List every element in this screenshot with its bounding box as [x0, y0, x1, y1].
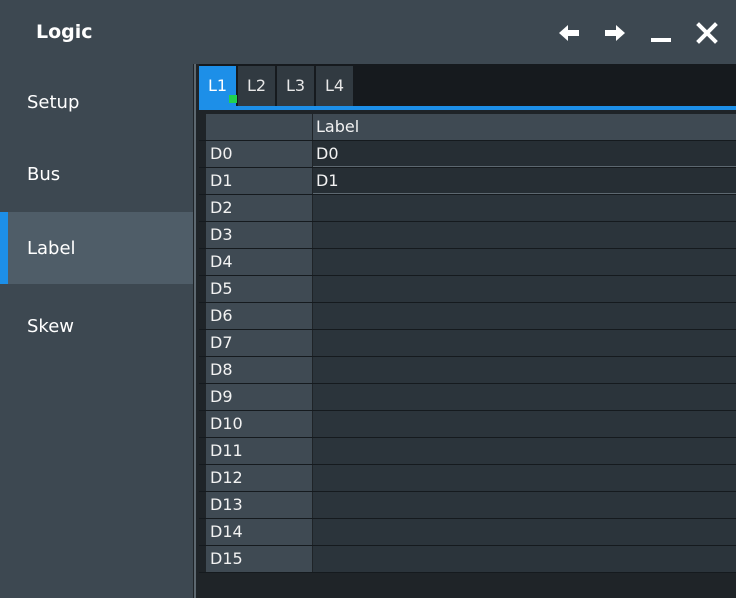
tab-l1[interactable]: L1 — [199, 66, 237, 106]
sidebar-item-bus[interactable]: Bus — [0, 138, 193, 210]
table-row: D0 D0 — [199, 141, 736, 168]
label-cell[interactable] — [313, 222, 736, 248]
tab-label: L3 — [285, 76, 306, 95]
row-header: D12 — [206, 465, 312, 491]
table-row: D7 — [199, 330, 736, 357]
close-icon — [696, 22, 718, 44]
label-cell[interactable] — [313, 249, 736, 275]
label-cell[interactable]: D1 — [313, 168, 736, 194]
row-header: D6 — [206, 303, 312, 329]
table-row: D14 — [199, 519, 736, 546]
row-header: D14 — [206, 519, 312, 545]
sidebar-item-label: Setup — [27, 91, 80, 113]
back-button[interactable] — [552, 16, 586, 50]
row-header: D10 — [206, 411, 312, 437]
label-cell[interactable] — [313, 276, 736, 302]
table-row: D3 — [199, 222, 736, 249]
sidebar-item-label: Bus — [27, 163, 61, 185]
table-row: D10 — [199, 411, 736, 438]
row-header: D5 — [206, 276, 312, 302]
sidebar-item-label: Skew — [27, 315, 75, 337]
row-header: D3 — [206, 222, 312, 248]
tab-active-indicator — [229, 95, 237, 103]
tab-l4[interactable]: L4 — [316, 66, 353, 106]
label-table: Label D0 D0 D1 D1 D2 D3 D4 D5 D6 D7 D8 D… — [199, 110, 736, 598]
table-row: D15 — [199, 546, 736, 573]
row-header: D13 — [206, 492, 312, 518]
label-cell[interactable] — [313, 411, 736, 437]
tab-label: L1 — [207, 76, 228, 95]
table-row: D9 — [199, 384, 736, 411]
label-cell[interactable] — [313, 303, 736, 329]
active-indicator — [0, 212, 8, 284]
window-title: Logic — [36, 21, 93, 43]
sidebar: Setup Bus Label Skew — [0, 64, 193, 598]
row-header: D8 — [206, 357, 312, 383]
sidebar-item-skew[interactable]: Skew — [0, 290, 193, 362]
table-row: D1 D1 — [199, 168, 736, 195]
close-button[interactable] — [690, 16, 724, 50]
table-row: D4 — [199, 249, 736, 276]
tab-label: L2 — [246, 76, 267, 95]
label-cell[interactable] — [313, 546, 736, 572]
table-row: D8 — [199, 357, 736, 384]
minimize-button[interactable] — [644, 16, 678, 50]
label-cell[interactable] — [313, 357, 736, 383]
arrow-left-icon — [559, 25, 579, 41]
label-cell[interactable] — [313, 465, 736, 491]
label-cell[interactable] — [313, 492, 736, 518]
row-header: D7 — [206, 330, 312, 356]
label-cell[interactable] — [313, 195, 736, 221]
table-corner — [206, 114, 312, 140]
tab-l3[interactable]: L3 — [277, 66, 314, 106]
label-cell[interactable] — [313, 519, 736, 545]
row-header: D2 — [206, 195, 312, 221]
tab-label: L4 — [324, 76, 345, 95]
row-header: D11 — [206, 438, 312, 464]
sidebar-item-label-active[interactable]: Label — [0, 212, 193, 284]
tab-l2[interactable]: L2 — [238, 66, 275, 106]
table-header-row: Label — [199, 114, 736, 141]
table-row: D5 — [199, 276, 736, 303]
label-cell[interactable] — [313, 330, 736, 356]
arrow-right-icon — [605, 25, 625, 41]
label-cell[interactable] — [313, 384, 736, 410]
row-header: D15 — [206, 546, 312, 572]
table-row: D12 — [199, 465, 736, 492]
row-header: D9 — [206, 384, 312, 410]
forward-button[interactable] — [598, 16, 632, 50]
row-header: D0 — [206, 141, 312, 167]
sidebar-item-label: Label — [27, 237, 76, 259]
minimize-icon — [651, 38, 671, 42]
table-row: D2 — [199, 195, 736, 222]
row-header: D4 — [206, 249, 312, 275]
column-header-label: Label — [313, 114, 736, 140]
row-header: D1 — [206, 168, 312, 194]
table-row: D13 — [199, 492, 736, 519]
table-row: D6 — [199, 303, 736, 330]
label-cell[interactable]: D0 — [313, 141, 736, 167]
sidebar-item-setup[interactable]: Setup — [0, 66, 193, 138]
title-bar: Logic — [0, 0, 736, 64]
table-row: D11 — [199, 438, 736, 465]
label-cell[interactable] — [313, 438, 736, 464]
